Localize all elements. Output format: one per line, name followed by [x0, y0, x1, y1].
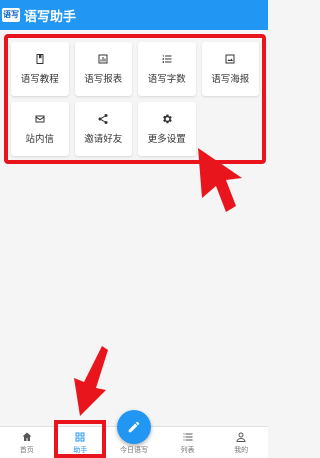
nav-label: 列表 [180, 445, 195, 454]
tile-inbox[interactable]: 站内信 [11, 102, 69, 156]
image-icon [225, 54, 235, 64]
tile-label: 站内信 [25, 134, 54, 145]
app-title: 语写助手 [24, 9, 77, 25]
grid-icon [75, 432, 85, 441]
tile-report[interactable]: 语写报表 [74, 42, 132, 96]
bar-chart-icon [98, 54, 108, 64]
write-fab[interactable] [117, 410, 151, 444]
nav-assistant[interactable]: 助手 [54, 427, 108, 458]
app-logo: 语写 [2, 8, 20, 22]
feature-grid-highlight: 语写教程 语写报表 语写字数 语写海报 站内信 邀请好友 更多设置 [4, 34, 266, 164]
tile-invite[interactable]: 邀请好友 [74, 102, 132, 156]
nav-label: 今日语写 [119, 446, 148, 454]
home-icon [22, 432, 32, 441]
nav-label: 助手 [73, 445, 88, 454]
feature-grid: 语写教程 语写报表 语写字数 语写海报 站内信 邀请好友 更多设置 [11, 42, 259, 156]
nav-profile[interactable]: 我的 [214, 427, 268, 458]
nav-home[interactable]: 首页 [0, 427, 54, 458]
share-icon [98, 114, 108, 124]
pencil-icon [128, 421, 140, 433]
nav-label: 首页 [19, 445, 34, 454]
tile-tutorial[interactable]: 语写教程 [11, 42, 69, 96]
book-icon [36, 54, 44, 64]
tile-label: 语写字数 [147, 74, 186, 85]
tile-label: 更多设置 [147, 134, 186, 145]
tile-poster[interactable]: 语写海报 [201, 42, 259, 96]
list-numbered-icon [162, 55, 172, 63]
gear-icon [162, 114, 172, 124]
tile-settings[interactable]: 更多设置 [138, 102, 196, 156]
tile-label: 邀请好友 [84, 134, 123, 145]
tile-word-count[interactable]: 语写字数 [138, 42, 196, 96]
app-bar: 语写 语写助手 [0, 0, 268, 30]
tile-label: 语写教程 [20, 74, 59, 85]
nav-list[interactable]: 列表 [161, 427, 215, 458]
tile-label: 语写海报 [211, 74, 250, 85]
nav-label: 我的 [234, 445, 249, 454]
list-icon [183, 433, 193, 440]
mail-icon [35, 115, 45, 123]
annotation-arrow-icon [198, 148, 242, 212]
tile-label: 语写报表 [84, 74, 123, 85]
annotation-arrow-icon [74, 346, 108, 416]
person-icon [236, 432, 246, 442]
